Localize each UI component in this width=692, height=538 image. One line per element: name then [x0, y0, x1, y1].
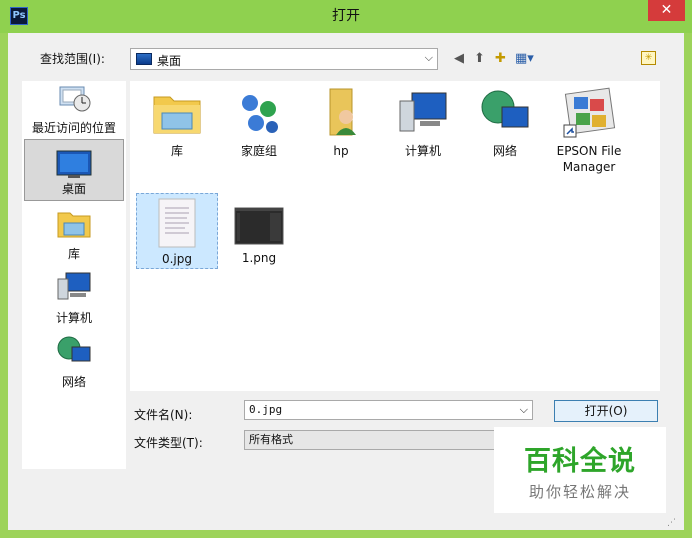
place-label: 桌面: [61, 182, 86, 196]
file-name: hp: [333, 144, 349, 158]
homegroup-icon: [242, 95, 278, 133]
watermark-subtitle: 助你轻松解决: [528, 483, 631, 501]
chevron-down-icon[interactable]: ⌵: [520, 401, 528, 419]
place-network[interactable]: 网络: [24, 335, 124, 397]
title-bar[interactable]: Ps 打开 ✕: [0, 0, 692, 33]
place-computer[interactable]: 计算机: [24, 271, 124, 333]
look-in-combobox[interactable]: 桌面 ⌵: [130, 48, 438, 70]
filetype-combobox[interactable]: 所有格式: [244, 430, 504, 450]
computer-icon: [57, 272, 91, 300]
desktop-icon: [136, 53, 152, 65]
place-library[interactable]: 库: [24, 207, 124, 269]
back-icon[interactable]: ◀: [454, 51, 464, 67]
user-folder-icon: [329, 88, 356, 136]
file-item-homegroup[interactable]: 家庭组: [218, 85, 300, 165]
dialog-body: 查找范围(I): 桌面 ⌵ ◀ ⬆ ✚ ▦▾ ✳ 最近访问的位置 桌面 库 计算…: [8, 33, 684, 530]
close-button[interactable]: ✕: [648, 0, 685, 21]
up-folder-icon[interactable]: ⬆: [474, 51, 485, 67]
image-thumbnail-icon: [234, 207, 284, 245]
file-item-library[interactable]: 库: [136, 85, 218, 165]
place-label: 最近访问的位置: [31, 121, 116, 135]
file-name: 1.png: [241, 251, 277, 265]
file-list-view[interactable]: 库 家庭组 hp 计算机 网络 EPSON File Manager 0.jpg…: [130, 81, 660, 391]
watermark-overlay: 百科全说 助你轻松解决: [494, 427, 666, 513]
filetype-label: 文件类型(T):: [134, 436, 203, 450]
library-folder-icon: [153, 96, 201, 134]
file-name: 网络: [492, 144, 517, 158]
place-desktop[interactable]: 桌面: [24, 139, 124, 201]
file-item-computer[interactable]: 计算机: [382, 85, 464, 165]
network-icon: [57, 336, 91, 362]
watermark-title: 百科全说: [524, 446, 636, 477]
filename-label: 文件名(N):: [134, 408, 193, 422]
image-thumbnail-icon: [158, 198, 196, 248]
place-label: 库: [67, 247, 80, 261]
folder-star-icon[interactable]: ✳: [641, 51, 656, 65]
file-item-0-jpg[interactable]: 0.jpg: [136, 193, 218, 269]
resize-grip-icon[interactable]: ⋰: [667, 518, 676, 528]
file-item-network[interactable]: 网络: [464, 85, 546, 165]
network-icon: [481, 90, 529, 128]
filename-value: 0.jpg: [249, 403, 283, 416]
epson-shortcut-icon: [563, 87, 616, 138]
file-name: 家庭组: [240, 144, 277, 158]
window-title: 打开: [332, 8, 360, 24]
view-menu-icon[interactable]: ▦▾: [515, 51, 534, 67]
file-name: 计算机: [404, 144, 441, 158]
recent-icon: [59, 86, 91, 112]
file-name: 0.jpg: [161, 252, 193, 266]
file-name: 库: [170, 144, 183, 158]
open-button[interactable]: 打开(O): [554, 400, 658, 422]
chevron-down-icon[interactable]: ⌵: [425, 51, 433, 65]
file-name: EPSON File Manager: [556, 144, 622, 174]
new-folder-icon[interactable]: ✚: [495, 51, 506, 67]
places-bar: 最近访问的位置 桌面 库 计算机 网络: [22, 81, 126, 469]
look-in-label: 查找范围(I):: [40, 52, 105, 66]
file-item-hp[interactable]: hp: [300, 85, 382, 165]
place-label: 计算机: [55, 311, 92, 325]
filetype-value: 所有格式: [249, 433, 293, 446]
desktop-icon: [56, 150, 92, 178]
library-icon: [57, 212, 91, 238]
computer-icon: [399, 92, 447, 132]
place-label: 网络: [61, 375, 86, 389]
look-in-value: 桌面: [157, 54, 182, 68]
open-dialog-window: Ps 打开 ✕ 查找范围(I): 桌面 ⌵ ◀ ⬆ ✚ ▦▾ ✳ 最近访问的位置…: [0, 0, 692, 538]
place-recent[interactable]: 最近访问的位置: [24, 81, 124, 143]
file-item-epson-file-manager[interactable]: EPSON File Manager: [548, 85, 630, 181]
file-item-1-png[interactable]: 1.png: [218, 193, 300, 269]
filename-combobox[interactable]: 0.jpg ⌵: [244, 400, 533, 420]
